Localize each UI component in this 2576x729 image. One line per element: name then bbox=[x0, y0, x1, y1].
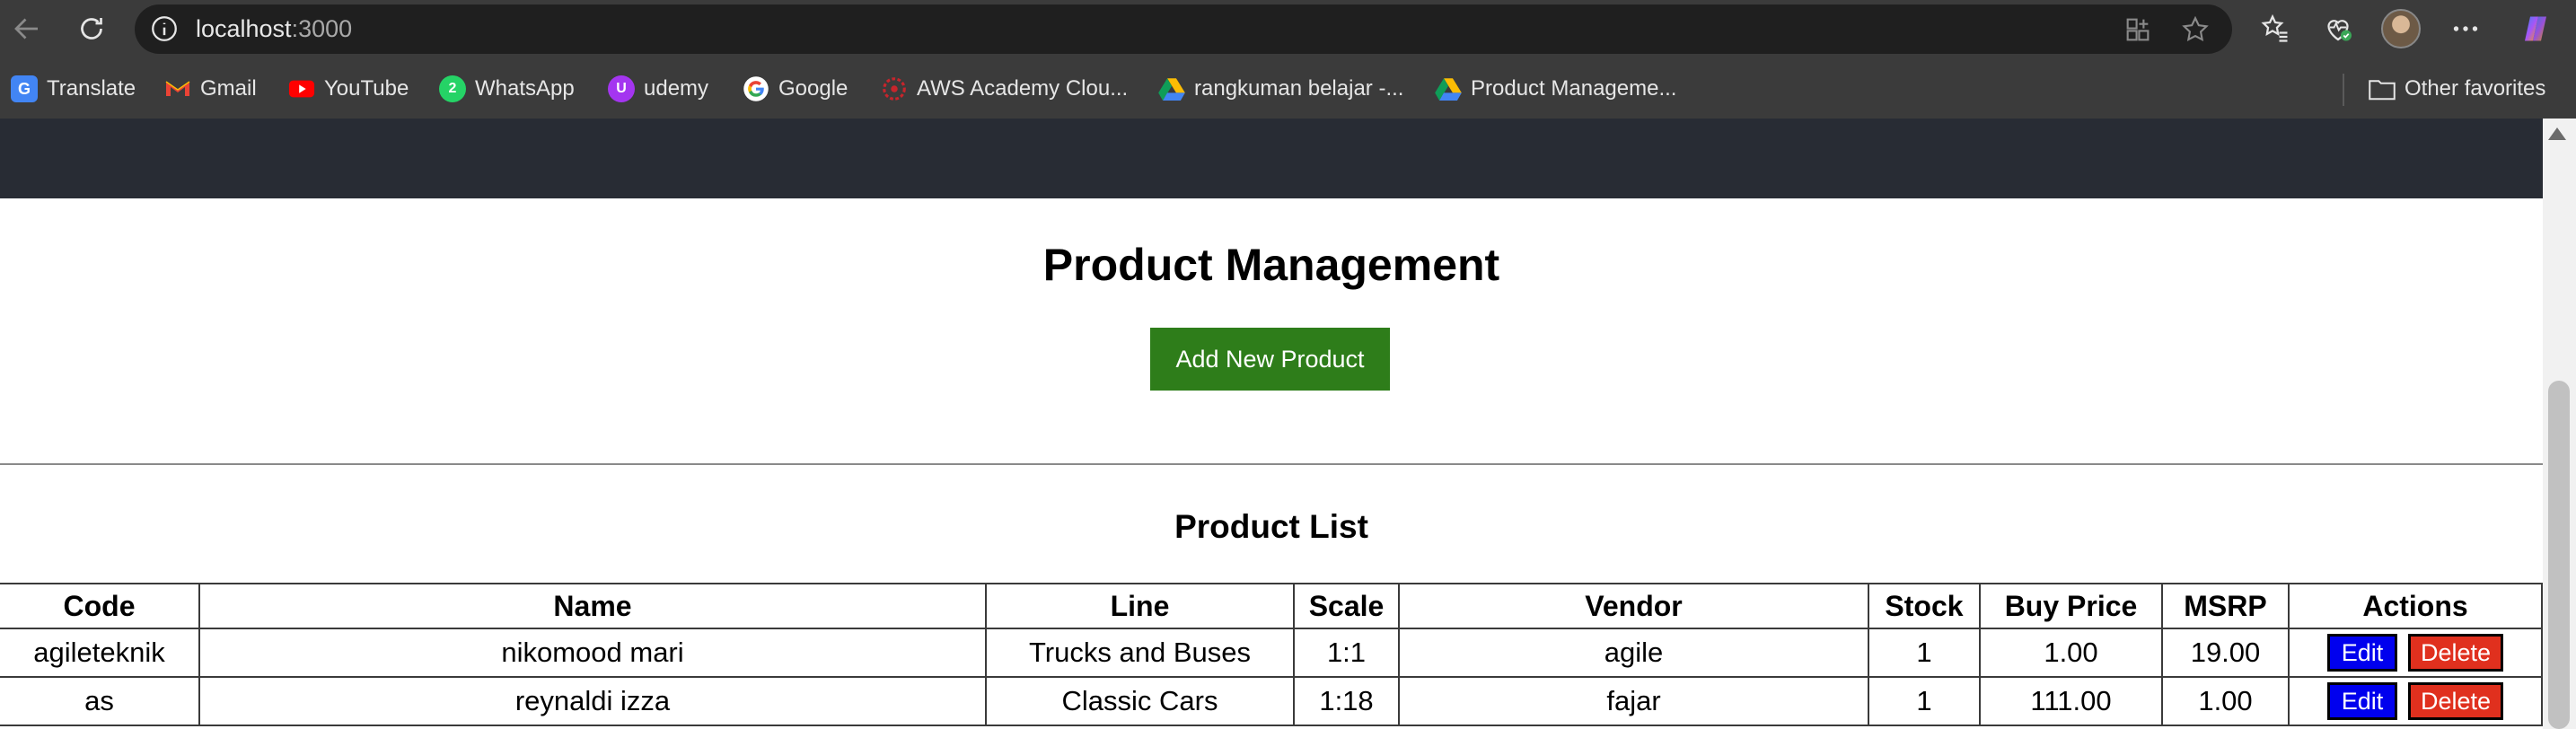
cell-msrp: 1.00 bbox=[2161, 676, 2290, 726]
bookmark-udemy[interactable]: U udemy bbox=[608, 74, 708, 104]
cell-line: Classic Cars bbox=[985, 676, 1295, 726]
browser-toolbar: localhost:3000 bbox=[0, 0, 2576, 59]
google-drive-icon bbox=[1158, 75, 1185, 102]
column-header-msrp: MSRP bbox=[2161, 583, 2290, 629]
bookmark-gmail[interactable]: Gmail bbox=[164, 74, 257, 104]
section-divider bbox=[0, 463, 2543, 465]
column-header-scale: Scale bbox=[1293, 583, 1400, 629]
back-button[interactable] bbox=[7, 9, 47, 48]
bookmark-label: rangkuman belajar -... bbox=[1194, 76, 1404, 101]
bookmark-translate[interactable]: G Translate bbox=[11, 74, 136, 104]
arrow-left-icon bbox=[14, 18, 38, 40]
bookmark-label: YouTube bbox=[324, 76, 409, 101]
bookmarks-bar: G Translate Gmail YouTube 2 WhatsApp U u… bbox=[0, 59, 2576, 119]
bookmark-aws-academy[interactable]: AWS Academy Clou... bbox=[881, 74, 1128, 104]
bookmark-youtube[interactable]: YouTube bbox=[288, 74, 409, 104]
product-table: Code Name Line Scale Vendor Stock Buy Pr… bbox=[0, 583, 2543, 726]
cell-name: reynaldi izza bbox=[198, 676, 987, 726]
cell-code: agileteknik bbox=[0, 628, 200, 678]
column-header-line: Line bbox=[985, 583, 1295, 629]
scroll-up-arrow-icon[interactable] bbox=[2548, 127, 2566, 140]
favorites-icon[interactable] bbox=[2255, 9, 2295, 48]
cell-buy-price: 1.00 bbox=[1979, 628, 2163, 678]
bookmark-label: Product Manageme... bbox=[1471, 76, 1677, 101]
bookmarks-divider bbox=[2343, 74, 2344, 106]
other-favorites-label: Other favorites bbox=[2405, 76, 2546, 101]
column-header-buy-price: Buy Price bbox=[1979, 583, 2163, 629]
page-title: Product Management bbox=[1042, 240, 1500, 290]
bookmark-google[interactable]: Google bbox=[743, 74, 848, 104]
column-header-code: Code bbox=[0, 583, 200, 629]
folder-icon bbox=[2369, 75, 2396, 102]
table-row: agileteknik nikomood mari Trucks and Bus… bbox=[0, 628, 2543, 678]
refresh-icon bbox=[81, 18, 102, 40]
cell-vendor: agile bbox=[1398, 628, 1869, 678]
bookmark-rangkuman-belajar[interactable]: rangkuman belajar -... bbox=[1158, 74, 1403, 104]
table-header-row: Code Name Line Scale Vendor Stock Buy Pr… bbox=[0, 583, 2543, 629]
whatsapp-icon: 2 bbox=[439, 75, 466, 102]
cell-scale: 1:1 bbox=[1293, 628, 1400, 678]
cell-stock: 1 bbox=[1868, 676, 1981, 726]
url-text[interactable]: localhost:3000 bbox=[196, 13, 352, 44]
address-bar[interactable]: localhost:3000 bbox=[135, 4, 2232, 54]
star-icon[interactable] bbox=[2178, 13, 2212, 47]
google-drive-icon bbox=[1435, 75, 1462, 102]
bookmark-label: Gmail bbox=[200, 76, 257, 101]
bookmark-label: udemy bbox=[644, 76, 709, 101]
bookmark-label: Google bbox=[778, 76, 848, 101]
column-header-name: Name bbox=[198, 583, 987, 629]
cell-name: nikomood mari bbox=[198, 628, 987, 678]
column-header-stock: Stock bbox=[1868, 583, 1981, 629]
bookmark-label: WhatsApp bbox=[475, 76, 575, 101]
info-icon[interactable] bbox=[149, 13, 180, 44]
browser-essentials-icon[interactable] bbox=[2318, 9, 2358, 48]
bookmark-whatsapp[interactable]: 2 WhatsApp bbox=[439, 74, 575, 104]
cell-code: as bbox=[0, 676, 200, 726]
cell-actions: Edit Delete bbox=[2288, 676, 2543, 726]
bookmark-label: AWS Academy Clou... bbox=[917, 76, 1129, 101]
cell-actions: Edit Delete bbox=[2288, 628, 2543, 678]
cell-vendor: fajar bbox=[1398, 676, 1869, 726]
table-row: as reynaldi izza Classic Cars 1:18 fajar… bbox=[0, 676, 2543, 726]
column-header-actions: Actions bbox=[2288, 583, 2543, 629]
cell-msrp: 19.00 bbox=[2161, 628, 2290, 678]
refresh-button[interactable] bbox=[72, 9, 111, 48]
udemy-icon: U bbox=[608, 75, 635, 102]
google-icon bbox=[743, 75, 769, 102]
more-menu-icon[interactable] bbox=[2446, 9, 2485, 48]
cell-scale: 1:18 bbox=[1293, 676, 1400, 726]
youtube-icon bbox=[288, 75, 315, 102]
delete-button[interactable]: Delete bbox=[2408, 682, 2503, 720]
app-available-icon[interactable] bbox=[2121, 13, 2155, 47]
column-header-vendor: Vendor bbox=[1398, 583, 1869, 629]
aws-academy-icon bbox=[881, 75, 908, 102]
edit-button[interactable]: Edit bbox=[2327, 634, 2397, 672]
bookmark-product-management[interactable]: Product Manageme... bbox=[1435, 74, 1676, 104]
copilot-icon[interactable] bbox=[2516, 9, 2555, 48]
gmail-icon bbox=[164, 75, 191, 102]
profile-avatar[interactable] bbox=[2381, 9, 2421, 48]
app-header bbox=[0, 119, 2543, 198]
delete-button[interactable]: Delete bbox=[2408, 634, 2503, 672]
add-new-product-button[interactable]: Add New Product bbox=[1150, 328, 1390, 391]
edit-button[interactable]: Edit bbox=[2327, 682, 2397, 720]
cell-buy-price: 111.00 bbox=[1979, 676, 2163, 726]
bookmark-label: Translate bbox=[47, 76, 136, 101]
cell-line: Trucks and Buses bbox=[985, 628, 1295, 678]
scrollbar-thumb[interactable] bbox=[2548, 381, 2570, 729]
cell-stock: 1 bbox=[1868, 628, 1981, 678]
other-favorites[interactable]: Other favorites bbox=[2369, 74, 2545, 104]
product-list-title: Product List bbox=[1174, 508, 1368, 545]
google-translate-icon: G bbox=[11, 75, 38, 102]
